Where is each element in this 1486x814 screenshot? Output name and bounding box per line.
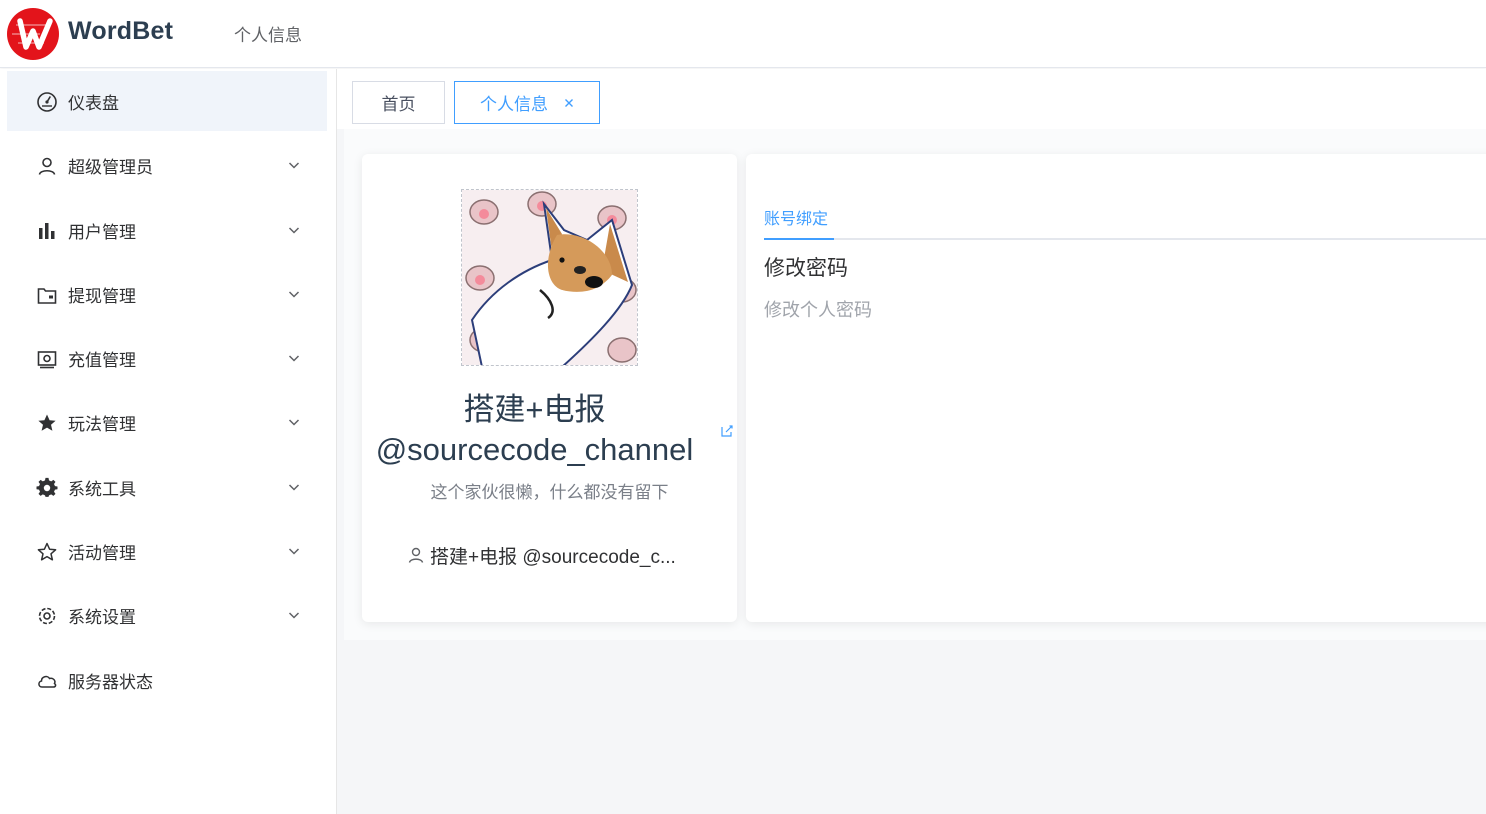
change-password-title[interactable]: 修改密码 bbox=[764, 252, 848, 282]
tab-active-indicator bbox=[764, 238, 834, 240]
profile-signature: 这个家伙很懒，什么都没有留下 bbox=[430, 483, 669, 503]
sidebar: 仪表盘 超级管理员 用户管理 提现管理 充值管理 玩法管理 系统工具 活动管理 … bbox=[0, 69, 337, 814]
wallet-icon bbox=[37, 288, 57, 304]
tab-account-binding[interactable]: 账号绑定 bbox=[764, 205, 828, 229]
profile-nickname: 搭建+电报 @sourcecode_channel bbox=[375, 392, 694, 467]
sidebar-item-user-management[interactable]: 用户管理 bbox=[7, 200, 327, 260]
chevron-down-icon bbox=[288, 548, 300, 555]
chevron-down-icon bbox=[288, 355, 300, 362]
username-row: 搭建+电报 @sourcecode_c... bbox=[407, 542, 707, 568]
star-filled-icon bbox=[38, 414, 56, 431]
profile-card: 搭建+电报 @sourcecode_channel 这个家伙很懒，什么都没有留下… bbox=[362, 154, 737, 622]
avatar-image bbox=[462, 190, 637, 365]
sidebar-item-label: 充值管理 bbox=[68, 350, 136, 371]
chevron-down-icon bbox=[288, 419, 300, 426]
sidebar-item-activity-management[interactable]: 活动管理 bbox=[7, 521, 327, 581]
sidebar-item-label: 用户管理 bbox=[68, 222, 136, 243]
bar-chart-icon bbox=[39, 223, 55, 239]
tab-profile[interactable]: 个人信息 bbox=[454, 81, 600, 124]
star-outline-icon bbox=[37, 542, 57, 561]
sidebar-item-label: 服务器状态 bbox=[68, 672, 153, 693]
user-icon bbox=[38, 157, 56, 175]
sidebar-item-label: 超级管理员 bbox=[68, 157, 153, 178]
gear-filled-icon bbox=[36, 477, 58, 497]
wordbet-logo-icon[interactable] bbox=[6, 7, 60, 61]
chevron-down-icon bbox=[288, 612, 300, 619]
sidebar-item-server-status[interactable]: 服务器状态 bbox=[7, 650, 327, 710]
sidebar-item-label: 活动管理 bbox=[68, 543, 136, 564]
top-header: WordBet 个人信息 bbox=[0, 0, 1486, 68]
sidebar-item-label: 提现管理 bbox=[68, 286, 136, 307]
sidebar-item-gameplay-management[interactable]: 玩法管理 bbox=[7, 392, 327, 452]
sidebar-item-label: 仪表盘 bbox=[68, 93, 119, 114]
sidebar-item-system-settings[interactable]: 系统设置 bbox=[7, 585, 327, 645]
chevron-down-icon bbox=[288, 291, 300, 298]
tab-label: 首页 bbox=[381, 95, 416, 115]
sidebar-item-recharge-management[interactable]: 充值管理 bbox=[7, 328, 327, 388]
avatar[interactable] bbox=[461, 189, 638, 366]
sidebar-item-withdraw-management[interactable]: 提现管理 bbox=[7, 264, 327, 324]
sidebar-item-dashboard[interactable]: 仪表盘 bbox=[7, 71, 327, 131]
tab-label: 个人信息 bbox=[480, 95, 548, 115]
user-icon bbox=[408, 547, 424, 563]
tab-divider bbox=[764, 238, 1486, 240]
sidebar-item-super-admin[interactable]: 超级管理员 bbox=[7, 135, 327, 195]
account-card: 账号绑定 修改密码 修改个人密码 bbox=[746, 154, 1486, 622]
tab-home[interactable]: 首页 bbox=[352, 81, 445, 124]
sidebar-item-label: 系统设置 bbox=[68, 607, 136, 628]
tags-view: 首页 个人信息 bbox=[337, 69, 1486, 129]
dashboard-icon bbox=[37, 92, 57, 112]
chevron-down-icon bbox=[288, 484, 300, 491]
close-icon[interactable] bbox=[563, 97, 575, 109]
chevron-down-icon bbox=[288, 162, 300, 169]
brand-name[interactable]: WordBet bbox=[68, 17, 173, 46]
chevron-down-icon bbox=[288, 227, 300, 234]
edit-icon[interactable] bbox=[720, 424, 734, 438]
money-icon bbox=[37, 351, 57, 369]
settings-icon bbox=[38, 607, 56, 625]
breadcrumb: 个人信息 bbox=[234, 26, 302, 46]
sidebar-item-system-tools[interactable]: 系统工具 bbox=[7, 457, 327, 517]
sidebar-item-label: 玩法管理 bbox=[68, 414, 136, 435]
main-area: 首页 个人信息 搭建+电报 @sourcecode_channel 这个家伙很懒… bbox=[337, 69, 1486, 814]
cloud-icon bbox=[38, 675, 57, 688]
sidebar-item-label: 系统工具 bbox=[68, 479, 136, 500]
change-password-desc: 修改个人密码 bbox=[764, 300, 872, 321]
username-text: 搭建+电报 @sourcecode_c... bbox=[430, 546, 676, 568]
